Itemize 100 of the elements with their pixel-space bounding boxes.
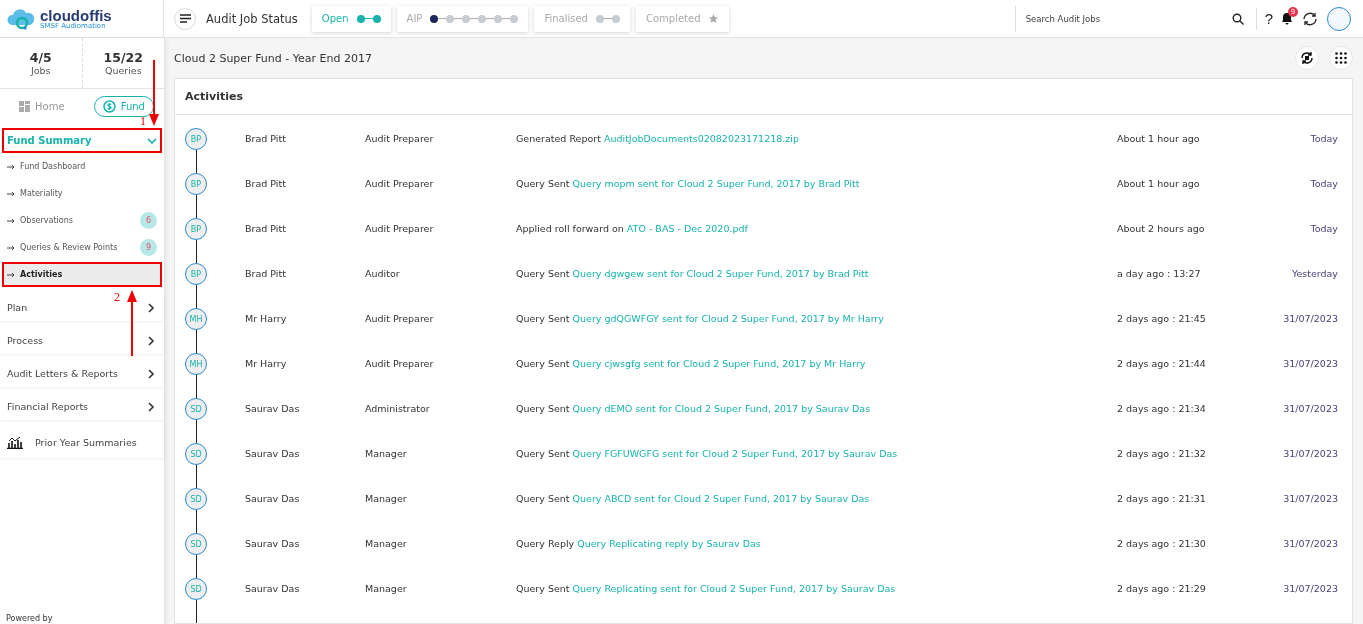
activity-link[interactable]: ATO - BAS - Dec 2020.pdf bbox=[626, 223, 748, 234]
user-role: Audit Preparer bbox=[365, 222, 435, 236]
arrow-right-icon bbox=[7, 244, 15, 251]
activity-date: 31/07/2023 bbox=[1282, 357, 1338, 371]
activity-link[interactable]: Query gdQGWFGY sent for Cloud 2 Super Fund, 2017 by Mr Harry bbox=[572, 313, 884, 324]
powered-by-text: Powered by bbox=[5, 614, 54, 624]
activity-description: Query Sent Query dEMO sent for Cloud 2 Super Fund, 2017 by Saurav Das bbox=[516, 402, 872, 416]
stat-value: 15/22 bbox=[103, 50, 143, 65]
activity-description: Query Sent Query gdQGWFGY sent for Cloud 2 Super Fund, 2017 by Mr Harry bbox=[516, 312, 885, 326]
user-initials-avatar: SD bbox=[185, 443, 207, 465]
activity-time: 2 days ago : 21:29 bbox=[1117, 582, 1207, 596]
status-stage-tab[interactable]: Completed bbox=[635, 5, 730, 32]
sidebar-link[interactable]: Prior Year Summaries bbox=[0, 426, 164, 458]
activity-time: About 1 hour ago bbox=[1117, 177, 1201, 191]
arrow-right-icon bbox=[7, 217, 15, 224]
user-initials-avatar: BP bbox=[185, 128, 207, 150]
activity-time: 2 days ago : 21:44 bbox=[1117, 357, 1207, 371]
activity-date: 31/07/2023 bbox=[1282, 492, 1338, 506]
status-stage-tab[interactable]: AIP bbox=[396, 5, 529, 32]
dollar-coin-icon bbox=[102, 99, 116, 113]
chevron-icon bbox=[146, 401, 156, 412]
progress-dots-icon bbox=[356, 14, 381, 23]
activity-date: Today bbox=[1309, 222, 1338, 236]
user-role: Audit Preparer bbox=[365, 132, 435, 146]
menu-button[interactable] bbox=[174, 7, 196, 30]
activity-date: 31/07/2023 bbox=[1282, 582, 1338, 596]
user-name: Brad Pitt bbox=[245, 132, 287, 146]
apps-grid-button[interactable] bbox=[1329, 46, 1353, 70]
activity-date: 31/07/2023 bbox=[1282, 447, 1338, 461]
user-name: Saurav Das bbox=[245, 492, 301, 506]
activity-date: 31/07/2023 bbox=[1282, 402, 1338, 416]
activity-time: 2 days ago : 21:32 bbox=[1117, 447, 1207, 461]
help-button[interactable]: ? bbox=[1264, 10, 1273, 27]
refresh-button[interactable] bbox=[1295, 46, 1319, 70]
apps-grid-icon bbox=[1335, 52, 1347, 64]
status-title: Audit Job Status bbox=[206, 11, 298, 26]
user-name: Saurav Das bbox=[245, 537, 301, 551]
chevron-icon bbox=[146, 335, 156, 346]
count-badge: 9 bbox=[140, 239, 157, 256]
user-role: Administrator bbox=[365, 402, 431, 416]
arrow-right-icon bbox=[7, 190, 15, 197]
activity-link[interactable]: Query ABCD sent for Cloud 2 Super Fund, 2017 by Saurav Das bbox=[572, 493, 870, 504]
user-name: Saurav Das bbox=[245, 402, 301, 416]
user-avatar[interactable] bbox=[1327, 6, 1351, 31]
activity-link[interactable]: Query dEMO sent for Cloud 2 Super Fund, 2017 by Saurav Das bbox=[572, 403, 871, 414]
activity-link[interactable]: Query Replicating sent for Cloud 2 Super Fund, 2017 by Saurav Das bbox=[572, 583, 896, 594]
annotation-arrow bbox=[126, 290, 138, 356]
user-initials-avatar: BP bbox=[185, 218, 207, 240]
activity-link[interactable]: Query Replicating reply by Saurav Das bbox=[577, 538, 761, 549]
bell-icon[interactable] bbox=[1281, 12, 1293, 25]
user-role: Manager bbox=[365, 447, 408, 461]
refresh-icon bbox=[1300, 51, 1314, 65]
stat-label: Jobs bbox=[30, 65, 51, 76]
user-initials-avatar: MH bbox=[185, 353, 207, 375]
activity-description: Query Sent Query FGFUWGFG sent for Cloud 2 Super Fund, 2017 by Saurav Das bbox=[516, 447, 899, 461]
activity-time: 2 days ago : 21:34 bbox=[1117, 402, 1207, 416]
activity-time: 2 days ago : 21:30 bbox=[1117, 537, 1207, 551]
user-initials-avatar: BP bbox=[185, 173, 207, 195]
bar-chart-icon bbox=[7, 435, 23, 449]
activity-link[interactable]: Query FGFUWGFG sent for Cloud 2 Super Fund, 2017 by Saurav Das bbox=[572, 448, 898, 459]
sidebar-group[interactable]: Audit Letters & Reports bbox=[0, 360, 164, 387]
activity-description: Query Sent Query dgwgew sent for Cloud 2 Super Fund, 2017 by Brad Pitt bbox=[516, 267, 870, 281]
sidebar-group[interactable]: Financial Reports bbox=[0, 393, 164, 420]
activity-time: 2 days ago : 21:31 bbox=[1117, 492, 1207, 506]
chevron-icon bbox=[146, 302, 156, 313]
user-name: Mr Harry bbox=[245, 357, 288, 371]
cloud-logo-icon bbox=[6, 6, 36, 31]
activity-date: 31/07/2023 bbox=[1282, 312, 1338, 326]
status-stage-tab[interactable]: Finalised bbox=[534, 5, 630, 32]
status-stage-tab[interactable]: Open bbox=[311, 5, 391, 32]
stat-label: Queries bbox=[104, 65, 142, 76]
activity-description: Generated Report AuditJobDocuments02082023171218.zip bbox=[516, 132, 800, 146]
sync-icon[interactable] bbox=[1301, 10, 1319, 27]
user-name: Brad Pitt bbox=[245, 222, 287, 236]
user-initials-avatar: SD bbox=[185, 533, 207, 555]
user-name: Saurav Das bbox=[245, 447, 301, 461]
nav-toggle-tab[interactable]: Home bbox=[10, 96, 74, 116]
activity-time: About 2 hours ago bbox=[1117, 222, 1206, 236]
arrow-right-icon bbox=[7, 271, 15, 278]
activity-link[interactable]: AuditJobDocuments02082023171218.zip bbox=[603, 133, 799, 144]
activity-link[interactable]: Query cjwsgfg sent for Cloud 2 Super Fund, 2017 by Mr Harry bbox=[572, 358, 866, 369]
user-role: Manager bbox=[365, 582, 408, 596]
user-initials-avatar: SD bbox=[185, 488, 207, 510]
user-initials-avatar: BP bbox=[185, 263, 207, 285]
user-name: Brad Pitt bbox=[245, 177, 287, 191]
search-icon[interactable] bbox=[1231, 12, 1244, 25]
activity-link[interactable]: Query mopm sent for Cloud 2 Super Fund, 2017 by Brad Pitt bbox=[572, 178, 860, 189]
activity-link[interactable]: Query dgwgew sent for Cloud 2 Super Fund, 2017 by Brad Pitt bbox=[572, 268, 869, 279]
activity-date: Today bbox=[1309, 177, 1338, 191]
sidebar-item[interactable]: Activities bbox=[2, 262, 162, 287]
activity-date: Yesterday bbox=[1290, 267, 1338, 281]
activity-time: About 1 hour ago bbox=[1117, 132, 1201, 146]
logo-name: cloudoffis bbox=[40, 7, 112, 23]
activity-description: Query Sent Query Replicating sent for Cloud 2 Super Fund, 2017 by Saurav Das bbox=[516, 582, 897, 596]
user-role: Audit Preparer bbox=[365, 357, 435, 371]
fund-summary-section[interactable]: Fund Summary bbox=[2, 128, 162, 153]
activity-date: Today bbox=[1309, 132, 1338, 146]
sidebar-group[interactable]: Process bbox=[0, 327, 164, 354]
count-badge: 6 bbox=[140, 212, 157, 229]
user-initials-avatar: MH bbox=[185, 308, 207, 330]
